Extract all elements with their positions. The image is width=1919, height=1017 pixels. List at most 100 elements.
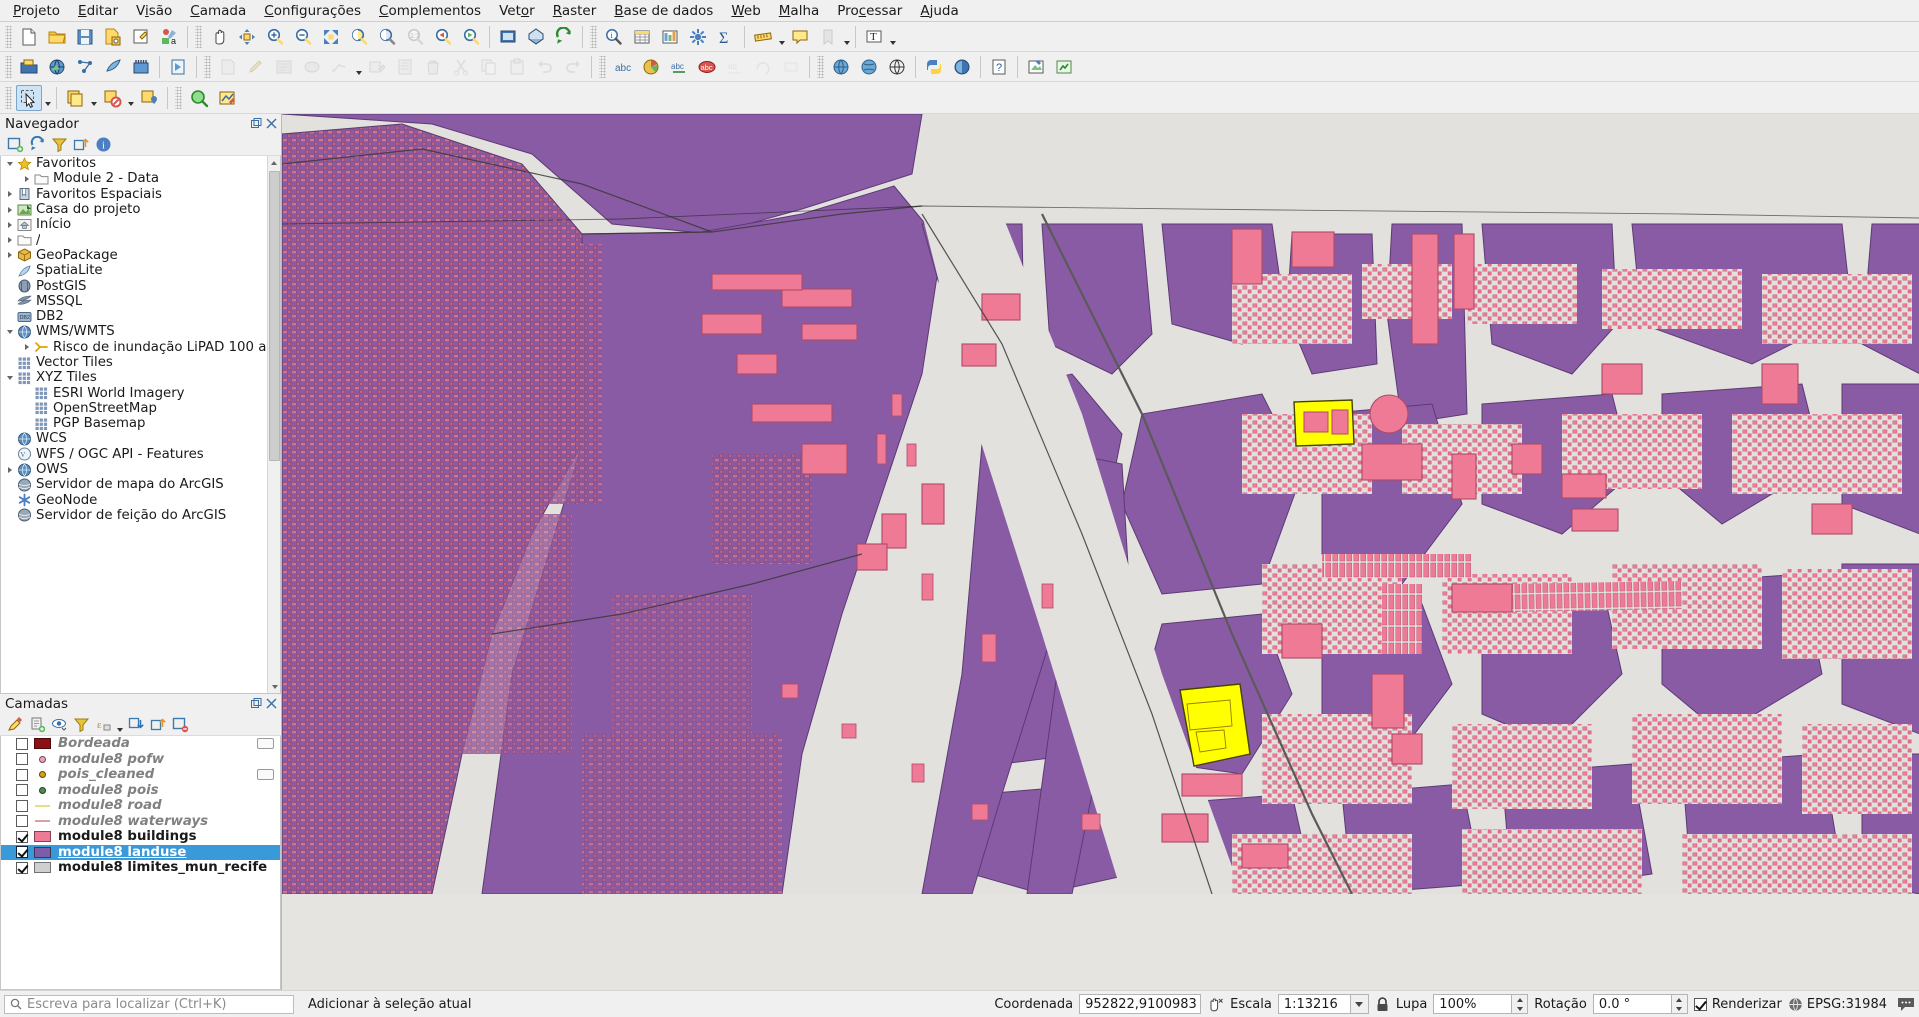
browser-item-openstreetmap[interactable]: OpenStreetMap (1, 401, 280, 416)
add-group-icon[interactable] (27, 714, 47, 734)
layer-visibility-checkbox[interactable] (16, 815, 28, 828)
add-layer-icon[interactable] (5, 134, 25, 154)
toolbar-grip[interactable] (204, 55, 211, 78)
move-label-button[interactable]: ab (722, 54, 748, 80)
layer-visibility-checkbox[interactable] (16, 737, 28, 750)
browser-item-casa-do-projeto[interactable]: Casa do projeto (1, 202, 280, 217)
collapse-all-icon[interactable] (148, 714, 168, 734)
toolbar-grip[interactable] (590, 25, 597, 48)
browser-item-spatialite[interactable]: SpatiaLite (1, 263, 280, 278)
menu-visao[interactable]: Visão (127, 1, 181, 21)
chevron-down-icon[interactable] (777, 25, 786, 49)
select-by-value-button[interactable] (62, 85, 88, 111)
rotation-spinner[interactable]: 0.0 ° (1592, 994, 1688, 1014)
magnifier-stepper[interactable] (1511, 994, 1529, 1014)
layer-edit-badge[interactable] (257, 738, 274, 750)
refresh-button[interactable] (551, 24, 577, 50)
map-tips-button[interactable] (787, 24, 813, 50)
manage-visibility-icon[interactable] (49, 714, 69, 734)
chevron-down-icon[interactable] (115, 716, 124, 733)
refresh-icon[interactable] (27, 134, 47, 154)
zoom-full-button[interactable] (318, 24, 344, 50)
magnifier-value[interactable]: 100% (1433, 994, 1512, 1014)
new-print-layout-button[interactable] (100, 24, 126, 50)
collapse-all-icon[interactable] (71, 134, 91, 154)
render-checkbox[interactable]: Renderizar (1693, 997, 1782, 1012)
undo-button[interactable] (532, 54, 558, 80)
browser-scrollbar-thumb[interactable] (269, 171, 280, 461)
chevron-right-icon[interactable] (3, 233, 16, 247)
menu-web[interactable]: Web (722, 1, 769, 21)
highlight-labels-button[interactable]: abc (694, 54, 720, 80)
coordinate-field[interactable]: 952822,9100983 (1079, 994, 1202, 1014)
help-button[interactable]: ? (986, 54, 1012, 80)
open-attribute-table-button[interactable] (629, 24, 655, 50)
remove-layer-icon[interactable] (170, 714, 190, 734)
layer-row-module8-buildings[interactable]: module8 buildings (1, 829, 280, 845)
select-features-by-location-button[interactable] (136, 85, 162, 111)
messages-log-icon[interactable] (1897, 996, 1915, 1012)
save-layer-edits-button[interactable] (271, 54, 297, 80)
chevron-down-icon[interactable] (354, 55, 363, 79)
render-checkbox-box[interactable] (1693, 997, 1707, 1011)
chevron-down-icon[interactable] (43, 86, 52, 110)
toolbar-grip[interactable] (599, 55, 606, 78)
layer-row-module8-pois[interactable]: module8 pois (1, 783, 280, 799)
locator-search[interactable]: Escreva para localizar (Ctrl+K) (4, 994, 294, 1014)
chevron-down-icon[interactable] (3, 325, 16, 339)
chevron-right-icon[interactable] (3, 187, 16, 201)
open-data-source-manager-button[interactable] (16, 54, 42, 80)
menu-configuracoes[interactable]: Configurações (255, 1, 370, 21)
metasearch-button[interactable] (828, 54, 854, 80)
browser-item-favoritos[interactable]: Favoritos (1, 156, 280, 171)
layer-visibility-checkbox[interactable] (16, 768, 28, 781)
layer-row-module8-landuse[interactable]: module8 landuse (1, 844, 280, 860)
browser-item-wfs-ogc-api-features[interactable]: V WFS / OGC API - Features (1, 447, 280, 462)
browser-item-ows[interactable]: OWS (1, 462, 280, 477)
expand-all-icon[interactable] (126, 714, 146, 734)
add-delimited-text-layer-button[interactable] (128, 54, 154, 80)
text-annotation-tool[interactable]: T (861, 24, 887, 50)
scale-value[interactable]: 1:13216 (1277, 994, 1350, 1014)
chevron-down-icon[interactable] (1349, 994, 1369, 1014)
stepper-up[interactable] (1672, 995, 1687, 1004)
filter-icon[interactable] (49, 134, 69, 154)
menu-projeto[interactable]: Projeto (4, 1, 69, 21)
add-mesh-layer-button[interactable] (100, 54, 126, 80)
layer-visibility-checkbox[interactable] (16, 861, 28, 874)
current-edits-button[interactable] (215, 54, 241, 80)
toolbar-grip[interactable] (195, 25, 202, 48)
chevron-down-icon[interactable] (3, 157, 16, 171)
scroll-down-icon[interactable] (268, 680, 280, 693)
vertex-tool-button[interactable] (327, 54, 353, 80)
toolbar-grip[interactable] (5, 55, 12, 78)
expression-filter-icon[interactable]: ε (93, 714, 113, 734)
plugin-globe-button[interactable] (856, 54, 882, 80)
toolbar-grip[interactable] (5, 86, 12, 109)
styling-panel-icon[interactable] (5, 714, 25, 734)
toolbar-grip[interactable] (817, 55, 824, 78)
browser-item-module-2-data[interactable]: Module 2 - Data (1, 171, 280, 186)
menu-camada[interactable]: Camada (181, 1, 255, 21)
layer-diagram-button[interactable] (638, 54, 664, 80)
lock-scale-icon[interactable] (1375, 996, 1390, 1013)
chevron-down-icon[interactable] (89, 86, 98, 110)
chevron-right-icon[interactable] (3, 248, 16, 262)
new-3d-map-view-button[interactable] (523, 24, 549, 50)
rotate-label-button[interactable] (750, 54, 776, 80)
undock-icon[interactable] (250, 697, 263, 710)
add-vector-layer-button[interactable] (44, 54, 70, 80)
open-project-button[interactable] (44, 24, 70, 50)
magnifier-spinner[interactable]: 100% (1433, 994, 1529, 1014)
delete-selected-button[interactable] (420, 54, 446, 80)
qgis-plugin-b-button[interactable] (1051, 54, 1077, 80)
layer-row-module8-waterways[interactable]: module8 waterways (1, 814, 280, 830)
chevron-right-icon[interactable] (20, 340, 33, 354)
chevron-down-icon[interactable] (888, 25, 897, 49)
stepper-down[interactable] (1512, 1004, 1527, 1013)
undock-icon[interactable] (250, 117, 263, 130)
filter-legend-icon[interactable] (71, 714, 91, 734)
zoom-to-selection-button[interactable] (346, 24, 372, 50)
toolbar-grip[interactable] (175, 86, 182, 109)
close-icon[interactable] (265, 117, 278, 130)
